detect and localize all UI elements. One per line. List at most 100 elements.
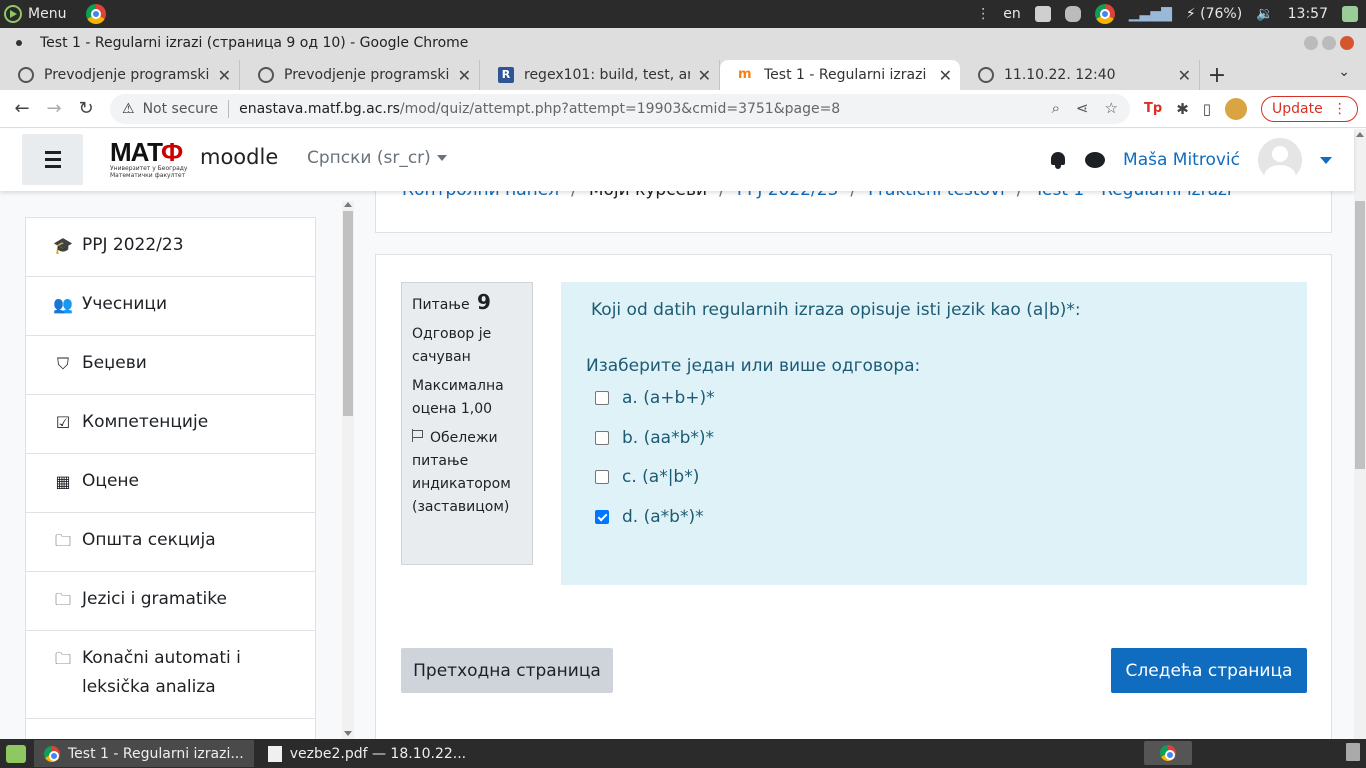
new-tab-button[interactable]: + bbox=[1200, 62, 1234, 90]
chrome-launcher-icon[interactable] bbox=[86, 4, 107, 24]
answer-label[interactable]: b. (aa*b*)* bbox=[622, 428, 714, 448]
globe-icon bbox=[18, 67, 34, 83]
scroll-up-arrow-icon[interactable] bbox=[344, 202, 352, 207]
omnibox[interactable]: ⚠ Not secure enastava.matf.bg.ac.rs/mod/… bbox=[110, 93, 1130, 124]
profile-avatar[interactable] bbox=[1225, 97, 1248, 120]
chrome-icon bbox=[1160, 745, 1176, 761]
moodle-brand[interactable]: moodle bbox=[200, 145, 278, 169]
flag-question-link[interactable]: Обележи питање индикатором (заставицом) bbox=[412, 427, 522, 519]
url-host: enastava.matf.bg.ac.rs bbox=[239, 100, 400, 117]
user-menu-chevron-icon[interactable] bbox=[1320, 156, 1332, 164]
user-avatar[interactable] bbox=[1258, 138, 1302, 182]
answer-label[interactable]: c. (a*|b*) bbox=[622, 467, 699, 487]
warning-icon[interactable]: ⚠ bbox=[122, 101, 135, 117]
scrollbar-thumb[interactable] bbox=[1355, 201, 1365, 469]
answer-option[interactable]: a. (a+b+)* bbox=[595, 388, 715, 428]
close-window-button[interactable] bbox=[1340, 36, 1354, 50]
bookmark-star-icon[interactable]: ☆ bbox=[1105, 99, 1118, 117]
tray-handle-icon[interactable]: ⋮ bbox=[976, 6, 990, 22]
battery-status[interactable]: ⚡ (76%) bbox=[1186, 6, 1242, 22]
previous-page-button[interactable]: Претходна страница bbox=[401, 648, 613, 693]
back-button[interactable]: ← bbox=[6, 98, 38, 119]
answer-checkbox[interactable] bbox=[595, 391, 609, 405]
tab-4[interactable]: 11.10.22. 12:40 ✕ bbox=[960, 60, 1200, 90]
page-content: Контролни панел / Моји курсеви / PPJ 202… bbox=[0, 129, 1354, 739]
omnibox-actions: ⌕ ⋖ ☆ bbox=[1052, 99, 1118, 117]
zoom-icon[interactable]: ⌕ bbox=[1052, 99, 1060, 117]
extensions-puzzle-icon[interactable]: ✱ bbox=[1176, 100, 1189, 118]
flag-question-label: Обележи питање индикатором (заставицом) bbox=[412, 430, 511, 515]
scroll-down-arrow-icon[interactable] bbox=[344, 731, 352, 736]
update-button[interactable]: Update ⋮ bbox=[1261, 95, 1358, 122]
translate-extension-icon[interactable]: Tp bbox=[1144, 101, 1162, 116]
show-desktop-icon[interactable] bbox=[1342, 6, 1358, 22]
window-menu-icon[interactable] bbox=[16, 40, 22, 46]
network-signal-icon[interactable]: ▁▃▅▇ bbox=[1129, 6, 1172, 22]
taskbar-item-label: Test 1 - Regularni izrazi... bbox=[68, 745, 244, 762]
answer-checkbox[interactable] bbox=[595, 470, 609, 484]
sidebar-item-languages-grammars[interactable]: 🗀 Jezici i gramatike bbox=[26, 572, 315, 631]
drawer-toggle-button[interactable] bbox=[22, 134, 83, 185]
tab-2[interactable]: R regex101: build, test, and ✕ bbox=[480, 60, 720, 90]
answer-checkbox-checked[interactable] bbox=[595, 509, 609, 524]
tab-search-icon[interactable]: ⌄ bbox=[1338, 64, 1350, 80]
maximize-button[interactable] bbox=[1322, 36, 1336, 50]
answer-list: a. (a+b+)* b. (aa*b*)* c. (a*|b*) d. (a*… bbox=[595, 388, 715, 546]
messages-chat-icon[interactable] bbox=[1085, 152, 1106, 168]
sidebar-item-participants[interactable]: 👥 Учесници bbox=[26, 277, 315, 336]
tab-close-icon[interactable]: ✕ bbox=[939, 66, 952, 85]
globe-icon bbox=[258, 67, 274, 83]
sidebar-scrollbar[interactable] bbox=[342, 201, 354, 739]
share-icon[interactable]: ⋖ bbox=[1076, 99, 1089, 117]
keyboard-layout[interactable]: en bbox=[1003, 6, 1021, 22]
security-label[interactable]: Not secure bbox=[143, 101, 219, 117]
battery-percent: (76%) bbox=[1200, 6, 1243, 22]
trash-icon[interactable] bbox=[1346, 743, 1360, 761]
answer-checkbox[interactable] bbox=[595, 430, 609, 445]
page-scrollbar[interactable] bbox=[1354, 129, 1366, 739]
reload-button[interactable]: ↻ bbox=[70, 98, 102, 119]
tab-3[interactable]: m Test 1 - Regularni izrazi (ст ✕ bbox=[720, 60, 960, 90]
sidebar-item-grades[interactable]: ▦ Оцене bbox=[26, 454, 315, 513]
minimize-button[interactable] bbox=[1304, 36, 1318, 50]
tab-1[interactable]: Prevodjenje programskih ✕ bbox=[240, 60, 480, 90]
forward-button[interactable]: → bbox=[38, 98, 70, 119]
sidebar-item-label: Беџеви bbox=[82, 353, 147, 373]
matf-logo[interactable]: МАТФ Универзитет у Београду Математички … bbox=[110, 139, 187, 179]
scrollbar-thumb[interactable] bbox=[343, 211, 353, 416]
volume-icon[interactable]: 🔉 bbox=[1256, 6, 1273, 22]
taskbar-item-chrome[interactable]: Test 1 - Regularni izrazi... bbox=[34, 740, 254, 767]
taskbar-item-pdf[interactable]: vezbe2.pdf — 18.10.22... bbox=[258, 740, 476, 767]
sidebar-item-competencies[interactable]: ☑ Компетенције bbox=[26, 395, 315, 454]
file-manager-icon[interactable] bbox=[6, 744, 26, 763]
sidebar-item-course[interactable]: 🎓 PPJ 2022/23 bbox=[26, 218, 315, 277]
scroll-up-arrow-icon[interactable] bbox=[1356, 132, 1364, 137]
tab-close-icon[interactable]: ✕ bbox=[698, 66, 711, 85]
notifications-bell-icon[interactable] bbox=[1049, 151, 1067, 169]
answer-option[interactable]: b. (aa*b*)* bbox=[595, 428, 715, 468]
next-page-button[interactable]: Следећа страница bbox=[1111, 648, 1307, 693]
workspace-chrome-thumbnail[interactable] bbox=[1144, 741, 1192, 765]
sidebar-item-general-section[interactable]: 🗀 Општа секција bbox=[26, 513, 315, 572]
sidebar-item-label: Jezici i gramatike bbox=[82, 589, 227, 609]
language-selector[interactable]: Српски (sr_cr) bbox=[307, 148, 447, 168]
side-panel-icon[interactable]: ▯ bbox=[1203, 100, 1211, 118]
chevron-down-icon bbox=[436, 155, 447, 161]
table-icon: ▦ bbox=[55, 472, 71, 491]
tab-close-icon[interactable]: ✕ bbox=[1178, 66, 1191, 85]
discord-icon[interactable] bbox=[1064, 6, 1081, 22]
sidebar-item-finite-automata[interactable]: 🗀 Konačni automati i leksička analiza bbox=[26, 631, 315, 719]
clock[interactable]: 13:57 bbox=[1288, 6, 1328, 22]
tab-close-icon[interactable]: ✕ bbox=[458, 66, 471, 85]
drive-icon[interactable] bbox=[1034, 6, 1051, 22]
answer-label[interactable]: d. (a*b*)* bbox=[622, 507, 704, 527]
tab-0[interactable]: Prevodjenje programskih ✕ bbox=[0, 60, 240, 90]
answer-label[interactable]: a. (a+b+)* bbox=[622, 388, 715, 408]
tab-close-icon[interactable]: ✕ bbox=[218, 66, 231, 85]
os-menu-button[interactable]: Menu bbox=[4, 4, 107, 24]
answer-option[interactable]: c. (a*|b*) bbox=[595, 467, 715, 507]
answer-option[interactable]: d. (a*b*)* bbox=[595, 507, 715, 547]
user-name[interactable]: Maša Mitrović bbox=[1123, 150, 1240, 170]
sidebar-item-badges[interactable]: ⛉ Беџеви bbox=[26, 336, 315, 395]
chrome-tray-icon[interactable] bbox=[1094, 4, 1115, 24]
